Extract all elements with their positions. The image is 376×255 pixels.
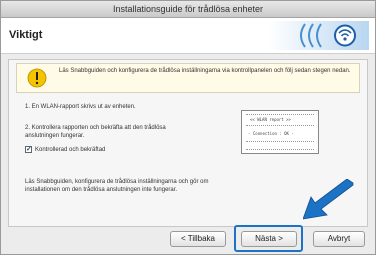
confirm-checkbox-row[interactable]: ✓ Kontrollerad och bekräftad xyxy=(25,146,105,153)
back-button[interactable]: < Tillbaka xyxy=(170,231,226,247)
report-divider xyxy=(246,125,314,126)
header: Viktigt xyxy=(1,18,375,54)
wlan-report-illustration: << WLAN report >> - Connection : OK - xyxy=(241,110,319,154)
report-divider xyxy=(246,114,314,115)
pointer-arrow-icon xyxy=(303,179,354,220)
page-title: Viktigt xyxy=(9,29,43,41)
confirm-checkbox[interactable]: ✓ xyxy=(25,146,32,153)
confirm-checkbox-label: Kontrollerad och bekräftad xyxy=(35,146,106,153)
notice-box: Läs Snabbguiden och konfigurera de trådl… xyxy=(16,63,360,93)
next-button[interactable]: Nästa > xyxy=(241,231,297,247)
wireless-logo-icon xyxy=(269,21,369,50)
report-divider xyxy=(246,149,314,150)
report-line-1: << WLAN report >> xyxy=(250,117,291,122)
footer-text: Läs Snabbguiden, konfigurera de trådlösa… xyxy=(25,179,209,193)
step-1-text: 1. En WLAN-rapport skrivs ut av enheten. xyxy=(25,104,136,110)
cancel-button[interactable]: Avbryt xyxy=(313,231,365,247)
window-title: Installationsguide för trådlösa enheter xyxy=(1,1,375,18)
report-line-2: - Connection : OK - xyxy=(248,131,294,136)
report-divider xyxy=(246,141,314,142)
notice-text: Läs Snabbguiden och konfigurera de trådl… xyxy=(59,68,351,74)
warning-icon xyxy=(27,68,47,88)
step-2-text: 2. Kontrollera rapporten och bekräfta at… xyxy=(25,125,166,139)
installer-window: Installationsguide för trådlösa enheter … xyxy=(0,0,376,255)
